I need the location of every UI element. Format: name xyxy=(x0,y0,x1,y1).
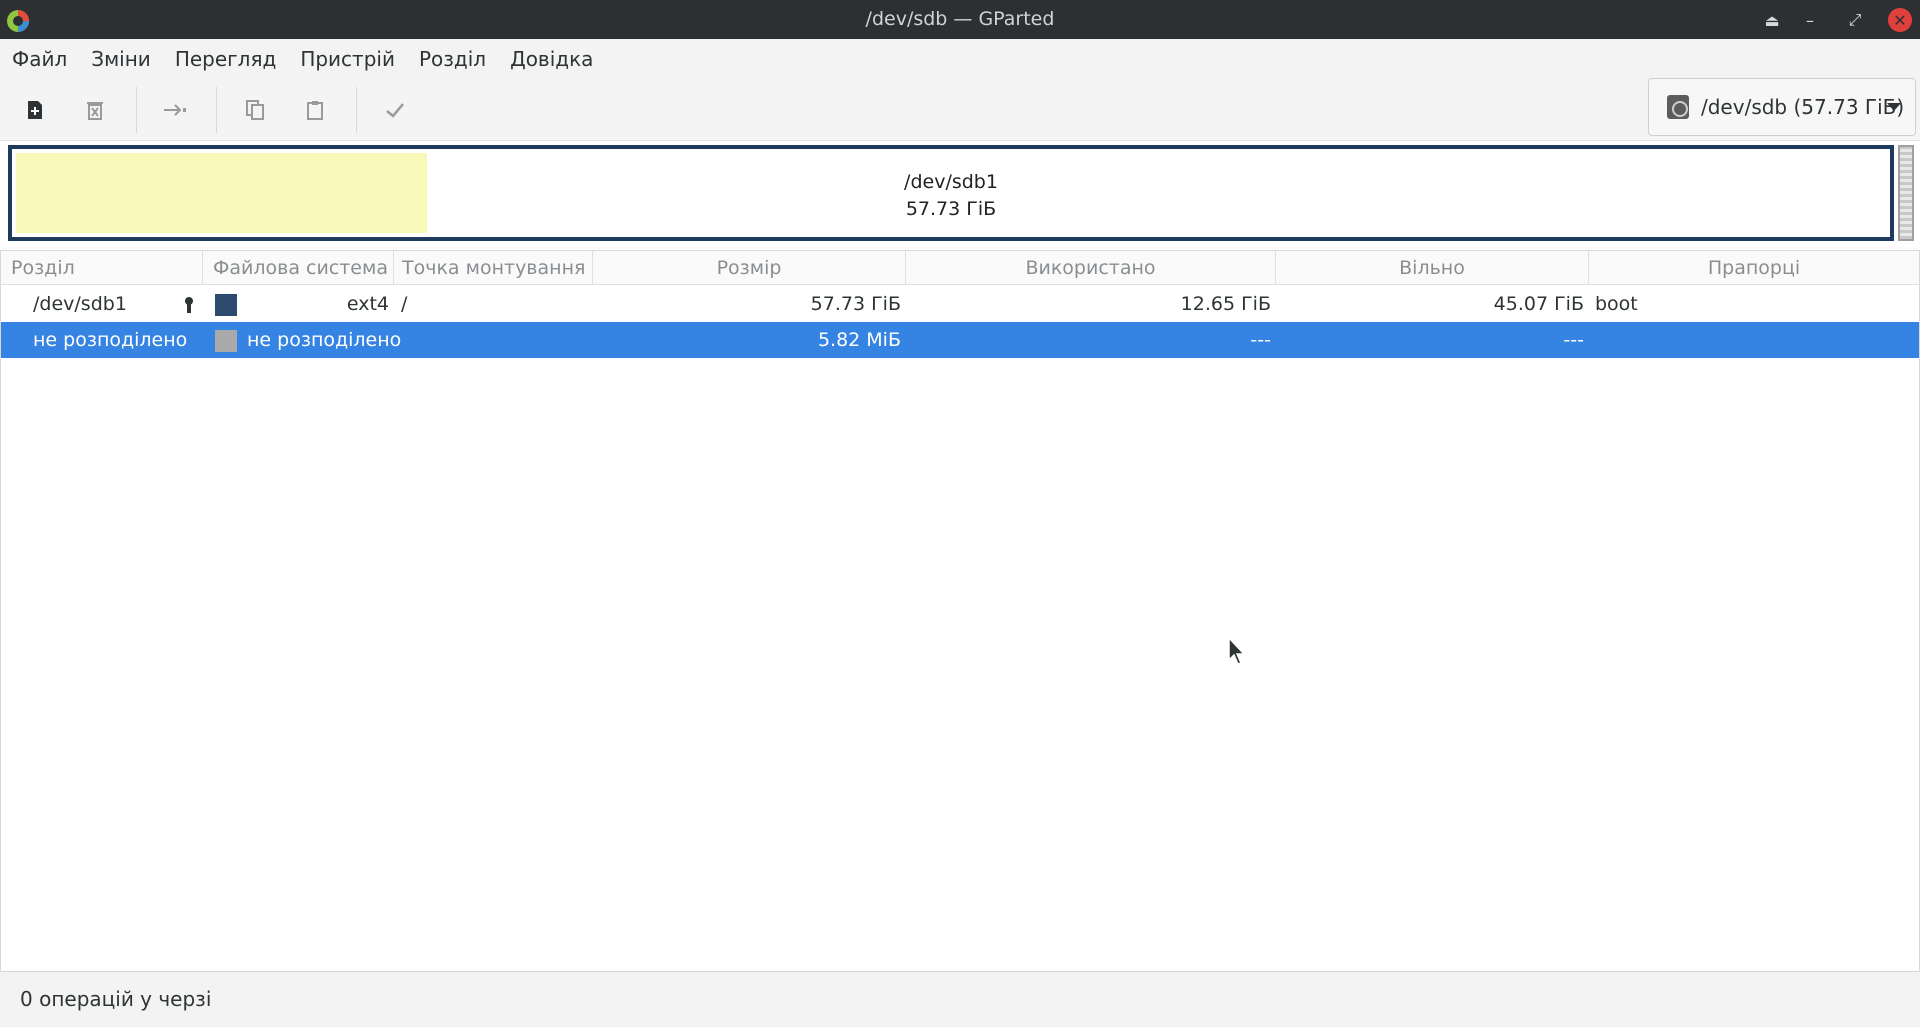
resize-move-icon xyxy=(164,104,186,116)
cell-filesystem: не розподілено xyxy=(247,329,402,351)
filesystem-color-swatch xyxy=(215,294,237,316)
filesystem-color-swatch xyxy=(215,330,237,352)
resize-move-button[interactable] xyxy=(158,93,192,127)
new-partition-button[interactable] xyxy=(18,93,52,127)
menu-device[interactable]: Пристрій xyxy=(300,47,395,71)
title-bar: /dev/sdb — GParted ⏏ – ⤢ ✕ xyxy=(0,0,1920,39)
device-selector-label: /dev/sdb (57.73 ГіБ) xyxy=(1701,95,1905,119)
pending-operations-status: 0 операцій у черзі xyxy=(20,987,212,1011)
harddisk-icon xyxy=(1667,95,1689,119)
disk-map-partition-sdb1[interactable]: /dev/sdb1 57.73 ГіБ xyxy=(8,145,1894,241)
cell-mountpoint: / xyxy=(401,293,408,315)
close-button[interactable]: ✕ xyxy=(1888,8,1912,32)
cell-filesystem: ext4 xyxy=(346,293,389,315)
cell-size: 5.82 МіБ xyxy=(817,329,901,351)
column-size[interactable]: Розмір xyxy=(593,251,906,285)
device-selector[interactable]: /dev/sdb (57.73 ГіБ) xyxy=(1648,78,1916,136)
menu-file[interactable]: Файл xyxy=(12,47,67,71)
menu-bar: Файл Зміни Перегляд Пристрій Розділ Дові… xyxy=(0,39,1920,79)
cell-partition: не розподілено xyxy=(33,329,188,351)
column-partition[interactable]: Розділ xyxy=(1,251,203,285)
cell-size: 57.73 ГіБ xyxy=(810,293,901,315)
column-free[interactable]: Вільно xyxy=(1276,251,1589,285)
eject-icon[interactable]: ⏏ xyxy=(1760,8,1784,32)
minimize-button[interactable]: – xyxy=(1798,8,1822,32)
disk-map-partition-name: /dev/sdb1 xyxy=(904,171,998,193)
cell-free: 45.07 ГіБ xyxy=(1493,293,1584,315)
column-flags[interactable]: Прапорці xyxy=(1589,251,1919,285)
partition-table: Розділ Файлова система Точка монтування … xyxy=(0,250,1920,972)
table-row[interactable]: /dev/sdb1 ext4 / 57.73 ГіБ 12.65 ГіБ 45.… xyxy=(1,286,1919,322)
mouse-cursor-icon xyxy=(1228,637,1246,665)
paste-icon xyxy=(307,101,323,120)
cell-partition: /dev/sdb1 xyxy=(33,293,127,315)
column-used[interactable]: Використано xyxy=(906,251,1276,285)
menu-edit[interactable]: Зміни xyxy=(91,47,151,71)
delete-icon xyxy=(87,102,103,120)
cell-used: 12.65 ГіБ xyxy=(1180,293,1271,315)
cell-flags: boot xyxy=(1595,293,1638,315)
menu-view[interactable]: Перегляд xyxy=(175,47,277,71)
maximize-button[interactable]: ⤢ xyxy=(1843,8,1867,32)
disk-map-partition-size: 57.73 ГіБ xyxy=(905,198,997,220)
disk-map-label: /dev/sdb1 57.73 ГіБ xyxy=(12,169,1890,223)
paste-button[interactable] xyxy=(298,93,332,127)
toolbar xyxy=(0,79,1920,141)
copy-button[interactable] xyxy=(238,93,272,127)
new-partition-icon xyxy=(28,101,42,119)
copy-icon xyxy=(246,100,264,120)
apply-button[interactable] xyxy=(378,93,412,127)
menu-partition[interactable]: Розділ xyxy=(419,47,486,71)
chevron-down-icon xyxy=(1887,103,1901,111)
cell-free: --- xyxy=(1563,329,1584,351)
lock-icon xyxy=(185,297,193,313)
window-title: /dev/sdb — GParted xyxy=(865,8,1055,30)
apply-icon xyxy=(386,103,404,118)
cell-used: --- xyxy=(1250,329,1271,351)
disk-map-area: /dev/sdb1 57.73 ГіБ xyxy=(0,141,1920,247)
delete-button[interactable] xyxy=(78,93,112,127)
disk-map-unallocated[interactable] xyxy=(1898,145,1914,241)
table-header: Розділ Файлова система Точка монтування … xyxy=(1,251,1919,285)
column-mountpoint[interactable]: Точка монтування xyxy=(394,251,593,285)
column-filesystem[interactable]: Файлова система xyxy=(203,251,394,285)
table-row-selected[interactable]: не розподілено не розподілено 5.82 МіБ -… xyxy=(1,322,1919,358)
menu-help[interactable]: Довідка xyxy=(510,47,593,71)
status-bar: 0 операцій у черзі xyxy=(0,972,1920,1027)
